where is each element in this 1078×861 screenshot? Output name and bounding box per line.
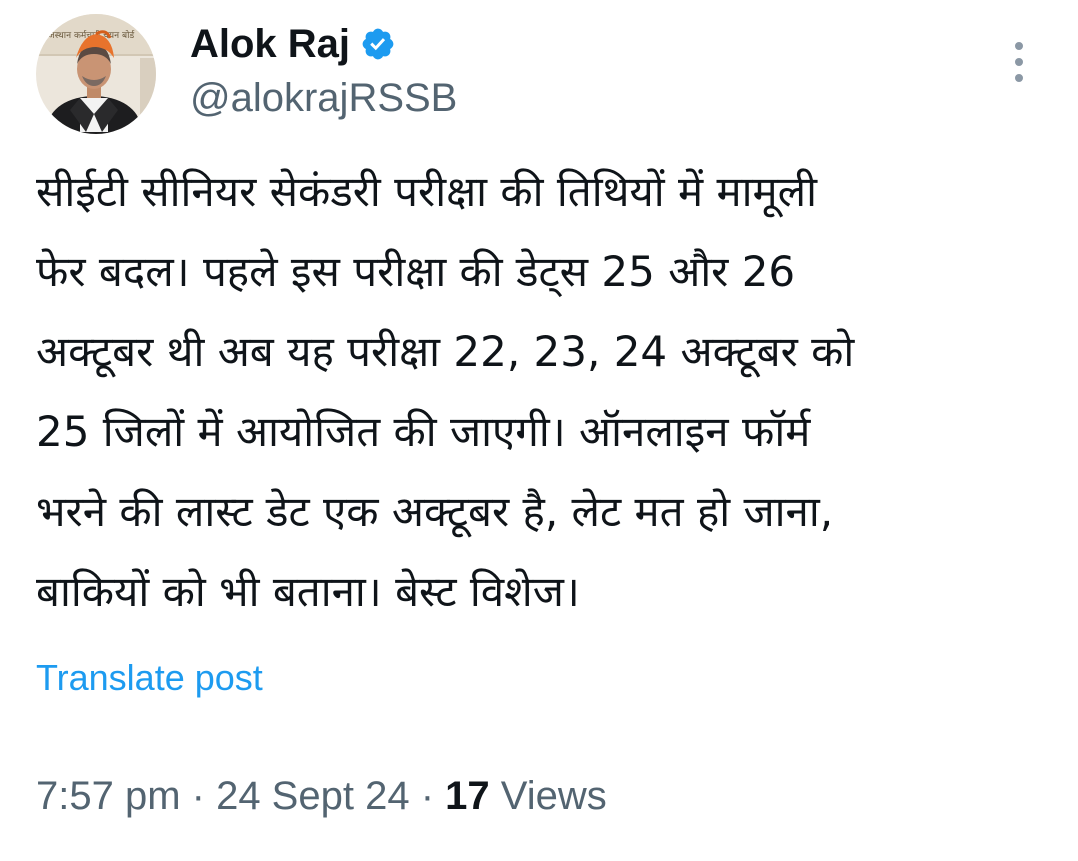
author-name-row: Alok Raj: [190, 18, 396, 70]
post-text-line: सीईटी सीनियर सेकंडरी परीक्षा की तिथियों …: [36, 167, 817, 216]
post-text-line: 25 जिलों में आयोजित की जाएगी। ऑनलाइन फॉर…: [36, 407, 811, 456]
post-text-line: फेर बदल। पहले इस परीक्षा की डेट्स 25 और …: [36, 247, 796, 296]
meta-separator: ·: [180, 774, 217, 818]
more-vertical-icon: [1015, 58, 1023, 66]
profile-photo-icon: राजस्थान कर्मचारी चयन बोर्ड: [36, 14, 156, 134]
views-count[interactable]: 17: [445, 774, 490, 818]
meta-separator: ·: [409, 774, 446, 818]
post-date[interactable]: 24 Sept 24: [216, 774, 410, 818]
more-vertical-icon: [1015, 42, 1023, 50]
views-label: Views: [489, 774, 607, 818]
author-handle[interactable]: @alokrajRSSB: [190, 74, 457, 122]
post-text-line: बाकियों को भी बताना। बेस्ट विशेज।: [36, 567, 580, 616]
post-text-line: भरने की लास्ट डेट एक अक्टूबर है, लेट मत …: [36, 487, 834, 536]
post-text: सीईटी सीनियर सेकंडरी परीक्षा की तिथियों …: [36, 152, 1046, 632]
post-detail: राजस्थान कर्मचारी चयन बोर्ड Alok Raj @al…: [0, 0, 1078, 861]
translate-post-link[interactable]: Translate post: [36, 656, 263, 699]
more-options-button[interactable]: [1004, 42, 1034, 82]
avatar[interactable]: राजस्थान कर्मचारी चयन बोर्ड: [36, 14, 156, 134]
more-vertical-icon: [1015, 74, 1023, 82]
author-display-name[interactable]: Alok Raj: [190, 24, 350, 64]
post-text-line: अक्टूबर थी अब यह परीक्षा 22, 23, 24 अक्ट…: [36, 327, 855, 376]
post-time[interactable]: 7:57 pm: [36, 774, 181, 818]
post-metadata: 7:57 pm · 24 Sept 24 · 17 Views: [36, 772, 607, 820]
verified-badge-icon[interactable]: [360, 26, 396, 62]
